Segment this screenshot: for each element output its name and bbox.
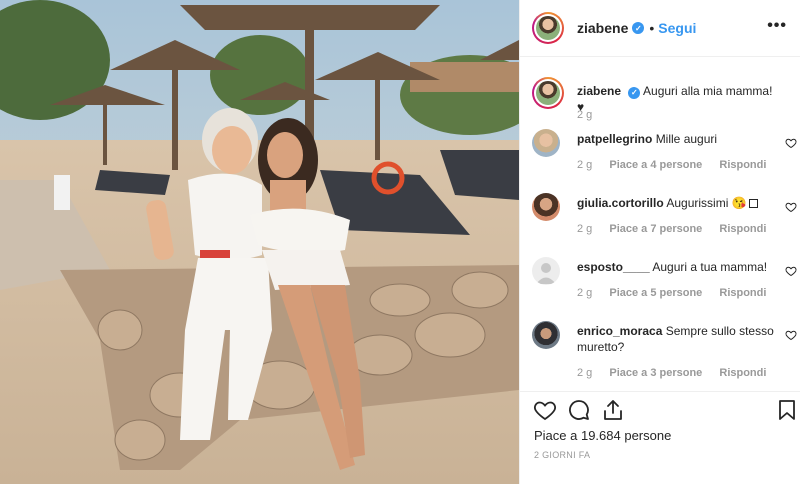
reply-button[interactable]: Rispondi xyxy=(719,367,766,379)
like-comment-heart-icon[interactable] xyxy=(785,329,797,341)
comment-time: 2 g xyxy=(577,367,593,379)
reply-button[interactable]: Rispondi xyxy=(719,159,766,171)
emoji-placeholder-icon xyxy=(748,199,758,208)
comment-text: Auguri a tua mamma! xyxy=(652,260,768,274)
caption-username[interactable]: ziabene xyxy=(577,84,621,98)
comment-meta: 2 g Piace a 7 persone Rispondi xyxy=(577,223,780,235)
comment-likes[interactable]: Piace a 3 persone xyxy=(609,367,702,379)
comment-likes[interactable]: Piace a 5 persone xyxy=(609,287,702,299)
author-avatar[interactable] xyxy=(532,12,564,44)
like-comment-heart-icon[interactable] xyxy=(785,265,797,277)
verified-badge-icon: ✓ xyxy=(632,22,645,34)
commenter-username[interactable]: enrico_moraca xyxy=(577,324,662,338)
post-photo xyxy=(0,0,519,484)
comment-time: 2 g xyxy=(577,287,593,299)
comment-text: Mille auguri xyxy=(655,132,718,146)
comment-meta: 2 g Piace a 4 persone Rispondi xyxy=(577,159,780,171)
likes-count[interactable]: Piace a 19.684 persone xyxy=(534,428,671,443)
reply-button[interactable]: Rispondi xyxy=(719,223,766,235)
comment-text: Augurissimi 😘 xyxy=(666,196,747,210)
comment-time: 2 g xyxy=(577,223,593,235)
commenter-avatar[interactable] xyxy=(532,129,560,157)
like-comment-heart-icon[interactable] xyxy=(785,137,797,149)
verified-badge-icon: ✓ xyxy=(628,87,641,99)
commenter-username[interactable]: giulia.cortorillo xyxy=(577,196,664,210)
author-username[interactable]: ziabene xyxy=(577,20,628,36)
comments-list[interactable]: ziabene ✓ Auguri alla mia mamma! ♥ 2 g p… xyxy=(520,57,800,391)
comment-likes[interactable]: Piace a 7 persone xyxy=(609,223,702,235)
comment-likes[interactable]: Piace a 4 persone xyxy=(609,159,702,171)
comment-time: 2 g xyxy=(577,159,593,171)
comment-icon[interactable] xyxy=(567,398,591,422)
comment-meta: 2 g Piace a 3 persone Rispondi xyxy=(577,367,780,379)
post-header: ziabene ✓ • Segui ••• xyxy=(520,0,800,57)
reply-button[interactable]: Rispondi xyxy=(719,287,766,299)
post-side-panel: ziabene ✓ • Segui ••• ziabene ✓ Auguri a… xyxy=(519,0,800,484)
comment-meta: 2 g Piace a 5 persone Rispondi xyxy=(577,287,780,299)
more-options-icon[interactable]: ••• xyxy=(767,17,787,35)
share-icon[interactable] xyxy=(601,398,625,422)
commenter-username[interactable]: esposto____ xyxy=(577,260,650,274)
commenter-username[interactable]: patpellegrino xyxy=(577,132,652,146)
caption-avatar[interactable] xyxy=(532,77,564,109)
post-actions: Piace a 19.684 persone 2 GIORNI FA xyxy=(520,391,800,484)
commenter-avatar[interactable] xyxy=(532,257,560,285)
bookmark-icon[interactable] xyxy=(775,398,799,422)
separator-dot: • xyxy=(649,20,655,36)
like-comment-heart-icon[interactable] xyxy=(785,201,797,213)
post-timestamp[interactable]: 2 GIORNI FA xyxy=(534,450,590,460)
follow-button[interactable]: Segui xyxy=(658,20,696,36)
caption-meta: 2 g xyxy=(577,109,606,121)
caption-time: 2 g xyxy=(577,109,593,121)
heart-icon[interactable] xyxy=(533,398,557,422)
commenter-avatar[interactable] xyxy=(532,193,560,221)
commenter-avatar[interactable] xyxy=(532,321,560,349)
